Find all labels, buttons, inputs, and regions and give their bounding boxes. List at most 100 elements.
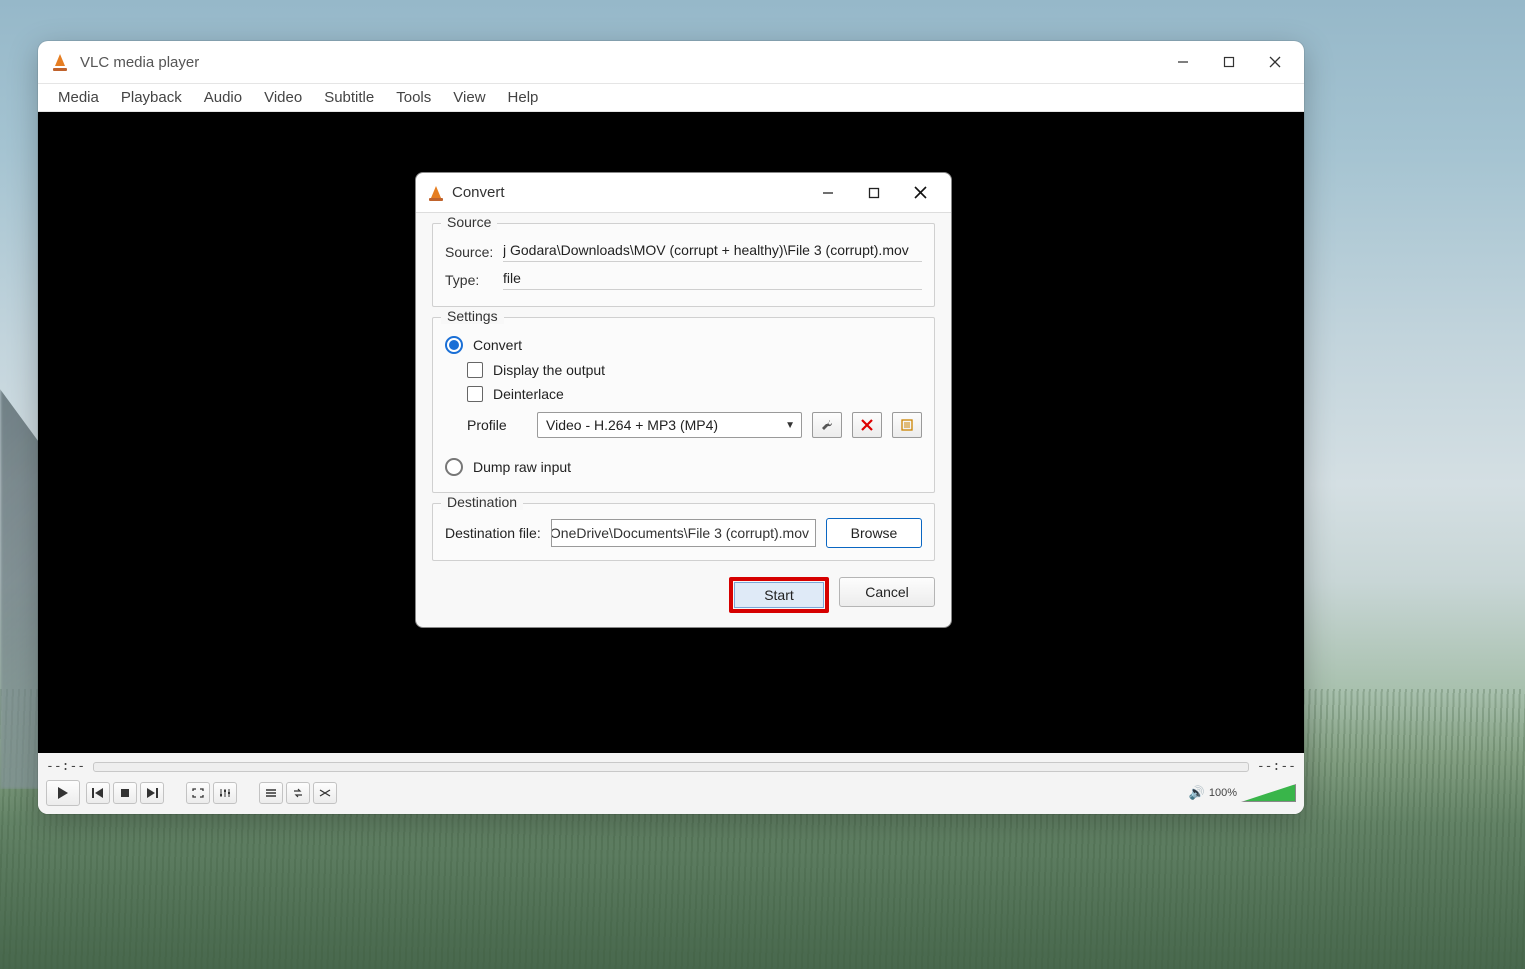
play-icon: [57, 786, 69, 800]
maximize-button[interactable]: [1206, 42, 1252, 82]
stop-icon: [120, 788, 130, 798]
dump-radio-row[interactable]: Dump raw input: [445, 454, 922, 480]
menu-view[interactable]: View: [443, 87, 495, 108]
source-value: j Godara\Downloads\MOV (corrupt + health…: [503, 242, 922, 262]
main-titlebar: VLC media player: [38, 41, 1304, 84]
playlist-icon: [265, 788, 277, 798]
close-icon: [914, 186, 927, 199]
bottom-panel: --:-- --:--: [38, 753, 1304, 814]
dest-file-label: Destination file:: [445, 525, 541, 541]
destination-legend: Destination: [441, 494, 523, 510]
profile-label: Profile: [467, 417, 527, 433]
skip-group: [86, 782, 164, 804]
main-window-title: VLC media player: [80, 54, 1160, 71]
edit-profile-button[interactable]: [812, 412, 842, 438]
cancel-button[interactable]: Cancel: [839, 577, 935, 607]
new-profile-icon: [900, 418, 914, 432]
minimize-icon: [1177, 56, 1189, 68]
dialog-minimize-button[interactable]: [805, 173, 851, 213]
dialog-window-controls: [805, 173, 943, 213]
ext-settings-button[interactable]: [213, 782, 237, 804]
menu-media[interactable]: Media: [48, 87, 109, 108]
source-row: Source: j Godara\Downloads\MOV (corrupt …: [445, 238, 922, 266]
display-output-label: Display the output: [493, 362, 605, 378]
start-button-highlight: Start: [729, 577, 829, 613]
type-label: Type:: [445, 272, 503, 288]
menu-tools[interactable]: Tools: [386, 87, 441, 108]
dest-file-input[interactable]: OneDrive\Documents\File 3 (corrupt).mov: [551, 519, 816, 547]
destination-fieldset: Destination Destination file: OneDrive\D…: [432, 503, 935, 561]
playlist-group: [259, 782, 337, 804]
delete-x-icon: [861, 419, 873, 431]
prev-icon: [92, 788, 104, 798]
start-button[interactable]: Start: [734, 582, 824, 608]
convert-radio-row[interactable]: Convert: [445, 332, 922, 358]
display-output-checkbox[interactable]: [467, 362, 483, 378]
convert-dialog: Convert Source Source: j Godara\Download…: [415, 172, 952, 628]
type-value: file: [503, 270, 922, 290]
menu-video[interactable]: Video: [254, 87, 312, 108]
source-legend: Source: [441, 214, 497, 230]
equalizer-icon: [219, 788, 231, 798]
loop-button[interactable]: [286, 782, 310, 804]
next-button[interactable]: [140, 782, 164, 804]
menu-playback[interactable]: Playback: [111, 87, 192, 108]
menubar: Media Playback Audio Video Subtitle Tool…: [38, 84, 1304, 112]
shuffle-icon: [319, 788, 331, 798]
controls-row: 🔊 100%: [46, 780, 1296, 806]
deinterlace-checkbox[interactable]: [467, 386, 483, 402]
vlc-cone-icon: [428, 185, 444, 201]
dialog-title: Convert: [452, 184, 805, 201]
dialog-titlebar: Convert: [416, 173, 951, 213]
settings-legend: Settings: [441, 308, 504, 324]
stop-button[interactable]: [113, 782, 137, 804]
deinterlace-label: Deinterlace: [493, 386, 564, 402]
chevron-down-icon: ▼: [785, 420, 795, 431]
view-group: [186, 782, 237, 804]
play-button[interactable]: [46, 780, 80, 806]
dialog-close-button[interactable]: [897, 173, 943, 213]
menu-subtitle[interactable]: Subtitle: [314, 87, 384, 108]
convert-radio-label: Convert: [473, 337, 522, 353]
dialog-maximize-button[interactable]: [851, 173, 897, 213]
speaker-icon[interactable]: 🔊: [1189, 785, 1205, 801]
window-controls: [1160, 42, 1298, 82]
next-icon: [146, 788, 158, 798]
shuffle-button[interactable]: [313, 782, 337, 804]
dump-radio-label: Dump raw input: [473, 459, 571, 475]
vlc-cone-icon: [52, 53, 70, 71]
deinterlace-row[interactable]: Deinterlace: [445, 382, 922, 406]
display-output-row[interactable]: Display the output: [445, 358, 922, 382]
menu-help[interactable]: Help: [498, 87, 549, 108]
close-button[interactable]: [1252, 42, 1298, 82]
destination-row: Destination file: OneDrive\Documents\Fil…: [445, 518, 922, 548]
profile-row: Profile Video - H.264 + MP3 (MP4) ▼: [445, 406, 922, 440]
maximize-icon: [868, 187, 880, 199]
source-fieldset: Source Source: j Godara\Downloads\MOV (c…: [432, 223, 935, 307]
convert-radio[interactable]: [445, 336, 463, 354]
source-label: Source:: [445, 244, 503, 260]
seek-slider[interactable]: [93, 762, 1249, 772]
dest-file-value: OneDrive\Documents\File 3 (corrupt).mov: [551, 525, 809, 541]
delete-profile-button[interactable]: [852, 412, 882, 438]
profile-select[interactable]: Video - H.264 + MP3 (MP4) ▼: [537, 412, 802, 438]
browse-button[interactable]: Browse: [826, 518, 922, 548]
playlist-button[interactable]: [259, 782, 283, 804]
dump-radio[interactable]: [445, 458, 463, 476]
minimize-icon: [822, 187, 834, 199]
dialog-actions: Start Cancel: [432, 571, 935, 613]
volume-slider[interactable]: [1241, 784, 1296, 802]
minimize-button[interactable]: [1160, 42, 1206, 82]
profile-value: Video - H.264 + MP3 (MP4): [546, 417, 718, 433]
fullscreen-icon: [192, 788, 204, 798]
menu-audio[interactable]: Audio: [194, 87, 252, 108]
fullscreen-button[interactable]: [186, 782, 210, 804]
settings-fieldset: Settings Convert Display the output Dein…: [432, 317, 935, 493]
seek-row: --:-- --:--: [46, 759, 1296, 774]
wrench-icon: [820, 418, 834, 432]
time-elapsed: --:--: [46, 759, 85, 774]
time-total: --:--: [1257, 759, 1296, 774]
prev-button[interactable]: [86, 782, 110, 804]
volume-label: 100%: [1209, 787, 1237, 799]
new-profile-button[interactable]: [892, 412, 922, 438]
